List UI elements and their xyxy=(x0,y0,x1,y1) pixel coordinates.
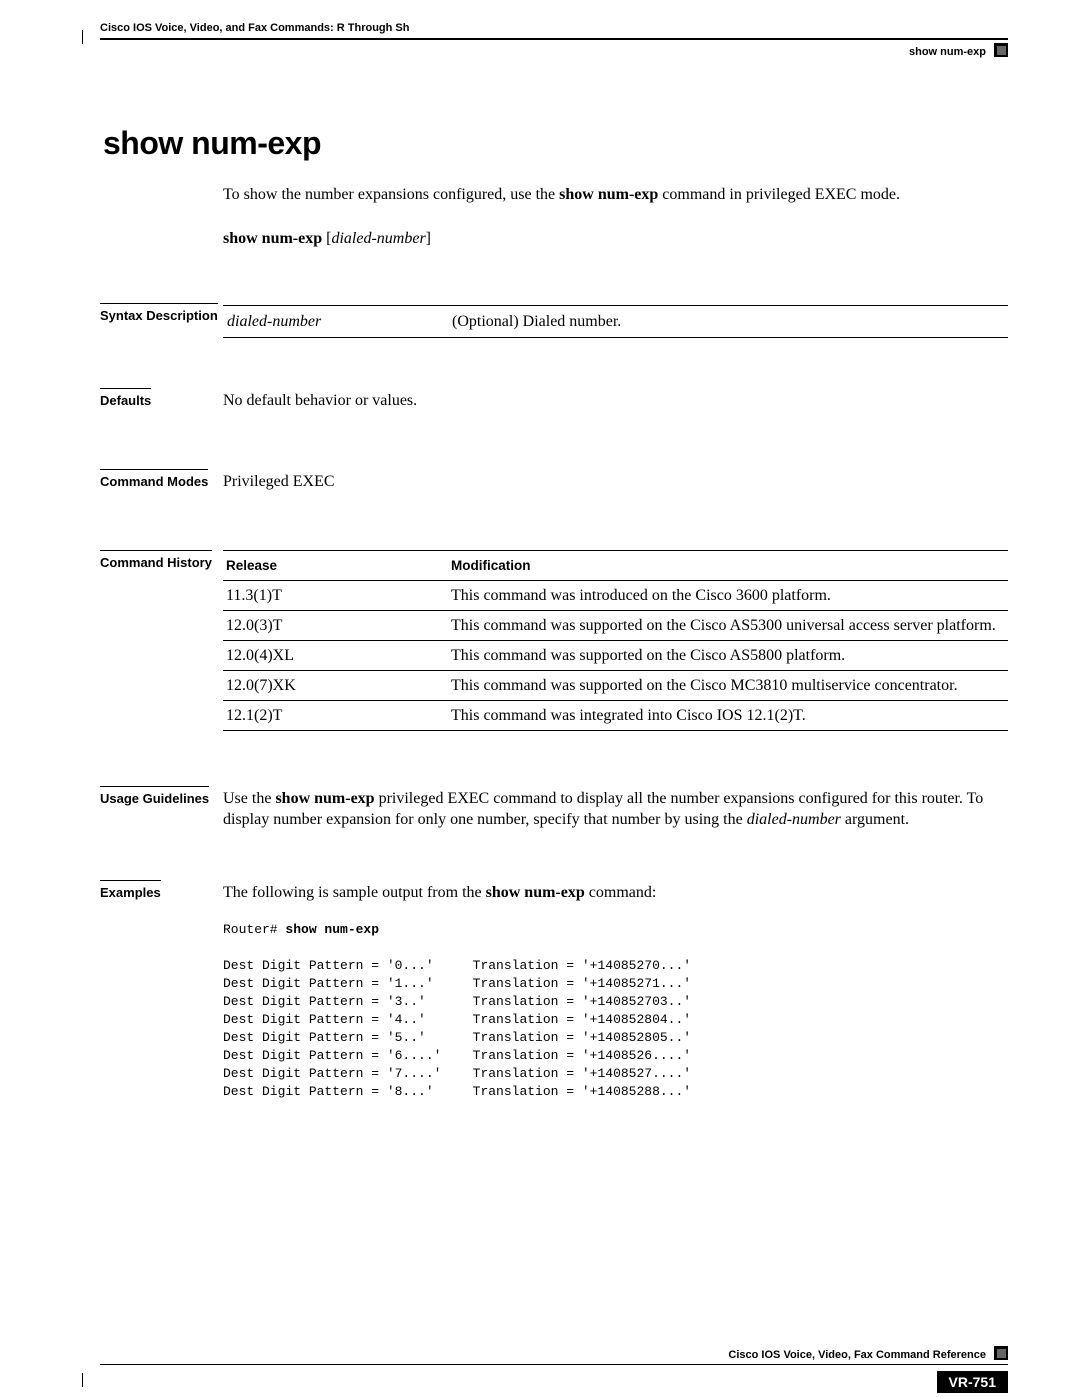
intro-cmd: show num-exp xyxy=(559,186,658,203)
history-modification: This command was supported on the Cisco … xyxy=(448,671,1008,701)
history-table: Release Modification 11.3(1)TThis comman… xyxy=(223,550,1008,731)
usage-label: Usage Guidelines xyxy=(100,786,209,806)
intro-text: To show the number expansions configured… xyxy=(223,184,1008,205)
examples-intro-a: The following is sample output from the xyxy=(223,884,486,901)
examples-intro-cmd: show num-exp xyxy=(486,884,585,901)
syntax-cmd: show num-exp xyxy=(223,230,322,247)
defaults-text: No default behavior or values. xyxy=(223,388,1008,411)
header-chapter: Cisco IOS Voice, Video, and Fax Commands… xyxy=(100,22,409,34)
table-row: 12.0(7)XKThis command was supported on t… xyxy=(223,671,1008,701)
syntax-line: show num-exp [dialed-number] xyxy=(223,230,1008,248)
table-row: 12.0(4)XLThis command was supported on t… xyxy=(223,641,1008,671)
table-row: 11.3(1)TThis command was introduced on t… xyxy=(223,581,1008,611)
footer-book: Cisco IOS Voice, Video, Fax Command Refe… xyxy=(728,1349,986,1361)
history-release: 12.1(2)T xyxy=(223,701,448,731)
usage-p1c: argument. xyxy=(841,811,909,828)
examples-label: Examples xyxy=(100,880,161,900)
header-command: show num-exp xyxy=(909,46,986,58)
header-tick-icon xyxy=(82,30,83,44)
table-row: 12.1(2)TThis command was integrated into… xyxy=(223,701,1008,731)
footer-tick-icon xyxy=(82,1373,83,1387)
table-row: 12.0(3)TThis command was supported on th… xyxy=(223,611,1008,641)
syntax-desc-label: Syntax Description xyxy=(100,303,218,323)
code-output: Router# show num-exp Dest Digit Pattern … xyxy=(223,921,1008,1101)
page-number: VR-751 xyxy=(937,1371,1008,1393)
header-square-inner-icon xyxy=(997,46,1006,55)
history-modification: This command was supported on the Cisco … xyxy=(448,641,1008,671)
header-rule: Cisco IOS Voice, Video, and Fax Commands… xyxy=(100,38,1008,40)
intro-pre: To show the number expansions configured… xyxy=(223,186,559,203)
table-row: dialed-number (Optional) Dialed number. xyxy=(223,306,1008,338)
modes-text: Privileged EXEC xyxy=(223,469,1008,492)
history-modification: This command was introduced on the Cisco… xyxy=(448,581,1008,611)
usage-p1a: Use the xyxy=(223,790,275,807)
modes-label: Command Modes xyxy=(100,469,208,489)
history-release: 12.0(3)T xyxy=(223,611,448,641)
page-title: show num-exp xyxy=(103,125,1008,162)
syntax-desc: (Optional) Dialed number. xyxy=(448,306,1008,338)
history-release: 11.3(1)T xyxy=(223,581,448,611)
history-label: Command History xyxy=(100,550,212,570)
usage-text: Use the show num-exp privileged EXEC com… xyxy=(223,786,1008,830)
syntax-desc-table: dialed-number (Optional) Dialed number. xyxy=(223,305,1008,338)
examples-intro-b: command: xyxy=(585,884,657,901)
syntax-param: dialed-number xyxy=(223,306,448,338)
footer: Cisco IOS Voice, Video, Fax Command Refe… xyxy=(100,1364,1008,1365)
usage-cmd: show num-exp xyxy=(275,790,374,807)
history-release: 12.0(4)XL xyxy=(223,641,448,671)
usage-arg: dialed-number xyxy=(747,811,841,828)
history-modification: This command was integrated into Cisco I… xyxy=(448,701,1008,731)
history-modification: This command was supported on the Cisco … xyxy=(448,611,1008,641)
syntax-arg: dialed-number xyxy=(331,230,425,247)
defaults-label: Defaults xyxy=(100,388,151,408)
history-col-release: Release xyxy=(223,551,448,581)
intro-post: command in privileged EXEC mode. xyxy=(658,186,900,203)
footer-square-inner-icon xyxy=(997,1349,1006,1358)
history-col-modification: Modification xyxy=(448,551,1008,581)
examples-body: The following is sample output from the … xyxy=(223,880,1008,1101)
history-release: 12.0(7)XK xyxy=(223,671,448,701)
